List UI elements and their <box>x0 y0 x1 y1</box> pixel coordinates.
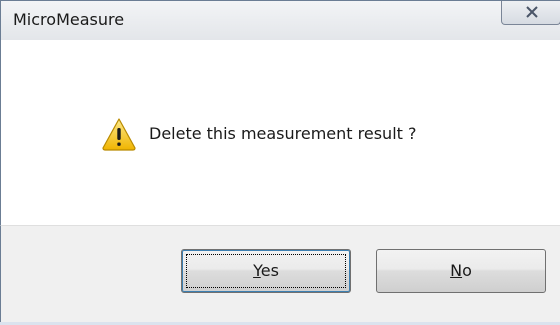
yes-button[interactable]: Yes <box>181 249 351 293</box>
title-bar[interactable]: MicroMeasure <box>0 0 560 40</box>
warning-icon <box>102 118 136 151</box>
button-bar: Yes No <box>0 225 560 325</box>
no-button[interactable]: No <box>376 249 546 293</box>
no-button-label: No <box>450 261 472 280</box>
no-mnemonic: N <box>450 261 463 280</box>
dialog-content: Delete this measurement result ? <box>0 40 560 225</box>
close-icon <box>526 6 538 18</box>
close-button[interactable] <box>501 1 560 25</box>
window-title: MicroMeasure <box>13 10 125 29</box>
message-dialog: MicroMeasure Delete this measurement res… <box>0 0 560 325</box>
message-text: Delete this measurement result ? <box>149 124 417 143</box>
focus-rectangle <box>186 254 346 288</box>
no-label-rest: o <box>462 261 472 280</box>
